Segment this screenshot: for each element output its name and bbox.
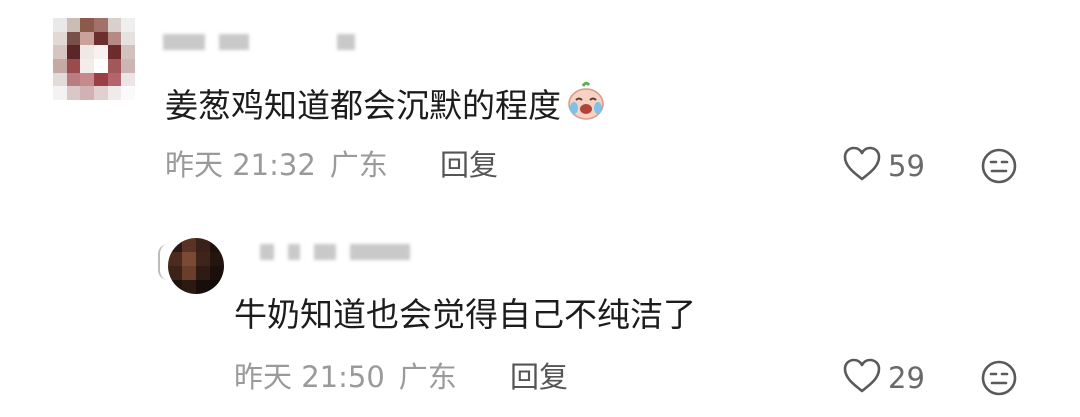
reply-reply-button[interactable]: 回复 xyxy=(510,359,568,395)
reply-time: 昨天 21:50 xyxy=(234,360,385,394)
reply-meta: 昨天 21:50 广东 xyxy=(234,359,457,395)
comment-meta: 昨天 21:32 广东 xyxy=(165,147,388,183)
reply-button[interactable]: 回复 xyxy=(440,147,498,183)
like-button[interactable]: 59 xyxy=(842,146,925,186)
username-blurred[interactable] xyxy=(163,34,355,50)
avatar[interactable] xyxy=(53,18,135,100)
reply-location: 广东 xyxy=(398,360,457,394)
heart-outline-icon xyxy=(842,146,882,186)
heart-outline-icon xyxy=(842,358,882,398)
comment-location: 广东 xyxy=(329,148,388,182)
crying-laughing-emoji-icon xyxy=(565,80,607,131)
reply-username-blurred[interactable] xyxy=(260,244,410,260)
comment-text: 姜葱鸡知道都会沉默的程度 xyxy=(165,80,607,131)
reply-like-count: 29 xyxy=(888,361,925,395)
meh-face-icon xyxy=(980,360,1018,401)
meh-face-icon xyxy=(980,148,1018,189)
reply-avatar[interactable] xyxy=(168,238,224,294)
reply-dislike-button[interactable] xyxy=(980,359,1018,401)
comment-item: 姜葱鸡知道都会沉默的程度 昨天 21:32 广东 回复 59 xyxy=(0,0,1080,210)
reply-text: 牛奶知道也会觉得自己不纯洁了 xyxy=(234,295,696,334)
comment-time: 昨天 21:32 xyxy=(165,148,316,182)
reply-like-button[interactable]: 29 xyxy=(842,358,925,398)
comment-text-content: 姜葱鸡知道都会沉默的程度 xyxy=(165,85,561,125)
like-count: 59 xyxy=(888,149,925,183)
dislike-button[interactable] xyxy=(980,147,1018,189)
